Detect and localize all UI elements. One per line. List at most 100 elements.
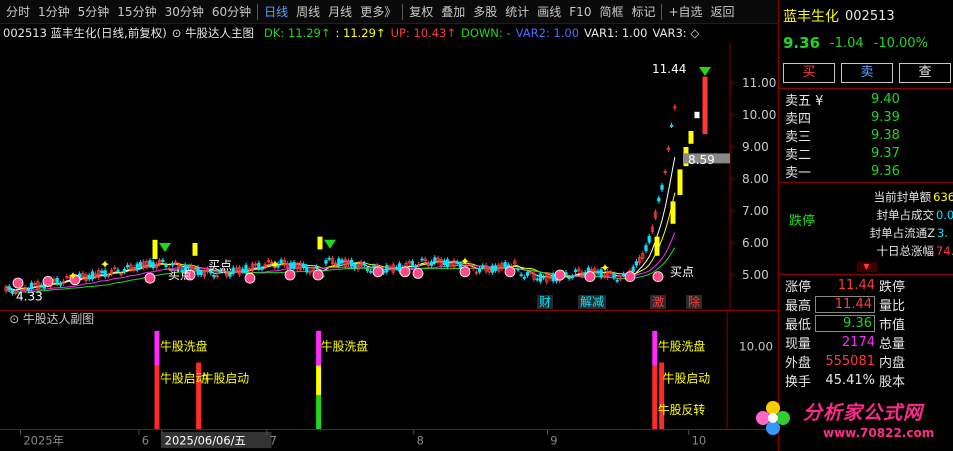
candle-body bbox=[542, 276, 546, 279]
diamond-marker bbox=[284, 269, 296, 281]
candle-body bbox=[394, 267, 399, 270]
quote-label: 换手 bbox=[785, 375, 812, 390]
quote-value: 45.41% bbox=[825, 373, 875, 388]
candle-body bbox=[442, 260, 447, 266]
indicator-legend: 002513 蓝丰生化(日线,前复权) ⊙ 牛股达人主图 DK: 11.29↑ … bbox=[0, 24, 778, 42]
legend-stock: 002513 蓝丰生化(日线,前复权) bbox=[3, 26, 167, 40]
candle-body bbox=[615, 279, 619, 282]
ask-label: 卖三 bbox=[785, 129, 812, 145]
quote-value: 555081 bbox=[825, 354, 875, 369]
toolbar-button-12[interactable]: 多股 bbox=[469, 1, 501, 23]
signal-bar bbox=[654, 236, 660, 256]
seal-info-row: 十日总涨幅 74. bbox=[859, 242, 953, 260]
candle-body bbox=[305, 266, 309, 273]
candle-body bbox=[420, 258, 424, 261]
toolbar-button-2[interactable]: 5分钟 bbox=[74, 1, 114, 23]
ask-row: 卖二 9.37 bbox=[779, 144, 953, 163]
toolbar-button-4[interactable]: 30分钟 bbox=[161, 1, 208, 23]
indicator-selector[interactable]: ⊙ 牛股达人主图 bbox=[172, 25, 259, 41]
candle-body bbox=[244, 264, 248, 274]
indicator-name: 牛股达人主图 bbox=[184, 26, 254, 40]
candle-body bbox=[257, 262, 261, 269]
x-tick-label: 9 bbox=[550, 433, 557, 447]
seal-info-label: 封单占成交 bbox=[876, 208, 934, 222]
candle-body bbox=[647, 235, 651, 243]
watermark-title: 分析家公式网 bbox=[803, 402, 924, 424]
seal-info-value: 74. bbox=[935, 244, 953, 258]
y-tick-label: 5.00 bbox=[742, 268, 769, 282]
candle-body bbox=[301, 263, 306, 268]
seal-info-value: 0.0 bbox=[935, 208, 953, 222]
ask-price: 9.38 bbox=[871, 127, 900, 143]
toolbar-button-9[interactable]: 更多》 bbox=[356, 1, 400, 23]
toolbar-button-13[interactable]: 统计 bbox=[501, 1, 533, 23]
candle-body bbox=[481, 265, 485, 268]
main-price-chart[interactable]: ✦ ✦ ✦ ✦ ✦ 11.00 10.00 9.00 8.00 7.00 6.00 5.00 11.4… bbox=[0, 42, 778, 310]
sub-indicator-chart[interactable]: ⊙ 牛股达人副图10.00牛股洗盘牛股启动牛股启动牛股洗盘 牛股洗盘牛股启动牛股反… bbox=[0, 310, 778, 429]
candle-body bbox=[337, 258, 341, 267]
quote-row: 最高 11.44 量比 bbox=[779, 295, 953, 314]
quote-row: 最低 9.36 市值 bbox=[779, 314, 953, 333]
signal-bar bbox=[694, 111, 700, 119]
toolbar-button-10[interactable]: 复权 bbox=[405, 1, 437, 23]
toolbar-button-1[interactable]: 1分钟 bbox=[34, 1, 74, 23]
candle-body bbox=[567, 277, 571, 279]
sub-signal-label: 牛股洗盘 bbox=[160, 340, 208, 354]
legend-var1: VAR1: 1.00 bbox=[584, 26, 648, 40]
candle-body bbox=[324, 260, 328, 264]
toolbar-button-3[interactable]: 15分钟 bbox=[113, 1, 160, 23]
event-tag: 除 bbox=[688, 294, 700, 309]
ask-price: 9.40 bbox=[871, 91, 900, 107]
ask-label: 卖二 bbox=[785, 147, 812, 163]
triangle-marker bbox=[324, 239, 336, 249]
quote-label-2: 市值 bbox=[879, 318, 906, 333]
collapse-button[interactable]: ▼ bbox=[779, 262, 953, 274]
candle-body bbox=[365, 268, 370, 271]
stock-code: 002513 bbox=[845, 8, 895, 24]
candle-body bbox=[551, 273, 555, 282]
toolbar-button-5[interactable]: 60分钟 bbox=[208, 1, 255, 23]
query-button[interactable]: 查 bbox=[899, 63, 951, 83]
buy-button[interactable]: 买 bbox=[783, 63, 835, 83]
toolbar-button-11[interactable]: 叠加 bbox=[437, 1, 469, 23]
candle-body bbox=[538, 273, 543, 282]
toolbar-button-6[interactable]: 日线 bbox=[260, 1, 292, 23]
candle-body bbox=[410, 261, 415, 266]
butterfly-marker: ✦ bbox=[600, 261, 610, 275]
seal-info-label: 当前封单额 bbox=[873, 190, 932, 204]
candle-body bbox=[228, 273, 232, 277]
toolbar-button-8[interactable]: 月线 bbox=[324, 1, 356, 23]
sub-signal-label: 牛股启动 bbox=[663, 371, 711, 385]
seal-info-row: 封单占成交 0.0 bbox=[859, 206, 953, 224]
toolbar-button-18[interactable]: +自选 bbox=[664, 1, 706, 23]
candle-body bbox=[292, 261, 296, 269]
toolbar-button-17[interactable]: 标记 bbox=[627, 1, 659, 23]
candle-body bbox=[170, 263, 174, 266]
triangle-marker bbox=[159, 243, 171, 252]
sub-signal-bar bbox=[154, 330, 160, 366]
price-line: 9.36 -1.04 -10.00% bbox=[779, 32, 953, 54]
diamond-marker bbox=[399, 266, 411, 278]
sub-signal-label: 牛股启动 bbox=[202, 371, 250, 385]
toolbar-button-0[interactable]: 分时 bbox=[2, 1, 34, 23]
seal-info-row: 当前封单额 636 bbox=[859, 188, 953, 206]
signal-bar bbox=[702, 76, 708, 135]
sub-signal-bar bbox=[154, 365, 160, 429]
toolbar-button-16[interactable]: 简框 bbox=[595, 1, 627, 23]
ask-row: 卖五 ¥ 9.40 bbox=[779, 90, 953, 109]
toolbar-button-19[interactable]: 返回 bbox=[707, 1, 739, 23]
toolbar-button-14[interactable]: 画线 bbox=[533, 1, 565, 23]
trade-buttons: 买 卖 查 bbox=[779, 62, 953, 84]
diamond-marker bbox=[584, 271, 596, 283]
candle-body bbox=[199, 271, 203, 276]
candle-body bbox=[135, 263, 139, 271]
flower-logo-icon bbox=[756, 401, 790, 435]
candle-body bbox=[362, 262, 367, 266]
high-price-label: 11.44 bbox=[652, 62, 686, 76]
toolbar-button-15[interactable]: F10 bbox=[565, 1, 595, 23]
seal-info-value: 3. bbox=[937, 226, 948, 240]
sell-button[interactable]: 卖 bbox=[841, 63, 893, 83]
diamond-marker bbox=[372, 266, 384, 278]
candle-body bbox=[526, 272, 530, 276]
toolbar-button-7[interactable]: 周线 bbox=[292, 1, 324, 23]
